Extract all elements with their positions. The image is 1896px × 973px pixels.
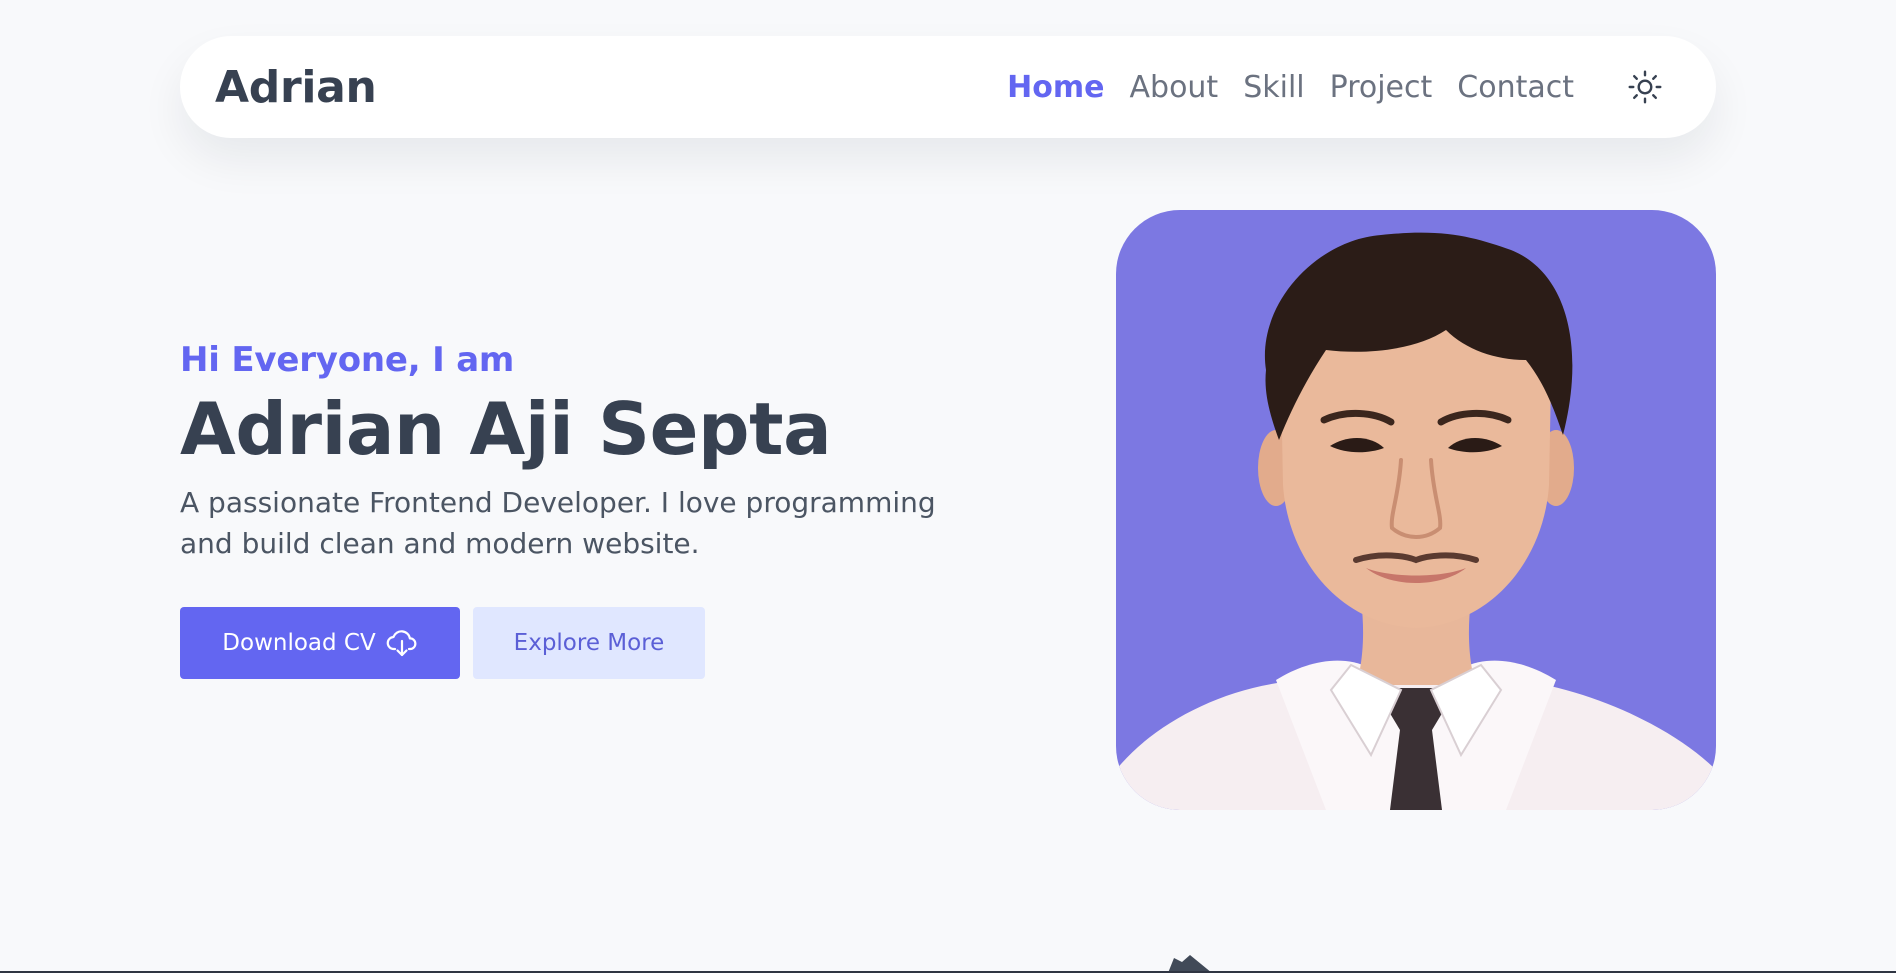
nav-link-project[interactable]: Project: [1330, 70, 1433, 105]
hero-name: Adrian Aji Septa: [180, 387, 832, 471]
page: Adrian Home About Skill Project Contact …: [0, 0, 1896, 973]
nav-link-home[interactable]: Home: [1007, 70, 1104, 105]
nav-link-contact[interactable]: Contact: [1457, 70, 1574, 105]
navbar: Adrian Home About Skill Project Contact: [180, 36, 1716, 138]
explore-more-button[interactable]: Explore More: [473, 607, 705, 680]
cta-row: Download CV Explore More: [180, 607, 970, 680]
cloud-download-icon: [386, 630, 417, 657]
hero-greeting: Hi Everyone, I am: [180, 340, 515, 380]
profile-photo: [1116, 210, 1716, 810]
nav-link-about[interactable]: About: [1130, 70, 1219, 105]
sun-icon: [1628, 70, 1662, 104]
hero-tagline: A passionate Frontend Developer. I love …: [180, 485, 936, 561]
scroll-down-icon[interactable]: [1160, 952, 1220, 973]
hero-section: Hi Everyone, I am Adrian Aji Septa A pas…: [180, 340, 970, 680]
download-cv-label: Download CV: [222, 630, 376, 657]
profile-photo-illustration: [1116, 232, 1716, 810]
download-cv-button[interactable]: Download CV: [180, 607, 460, 680]
nav-link-skill[interactable]: Skill: [1243, 70, 1304, 105]
theme-toggle-button[interactable]: [1624, 66, 1666, 108]
nav-links: Home About Skill Project Contact: [1007, 70, 1574, 105]
brand-logo[interactable]: Adrian: [215, 62, 377, 113]
